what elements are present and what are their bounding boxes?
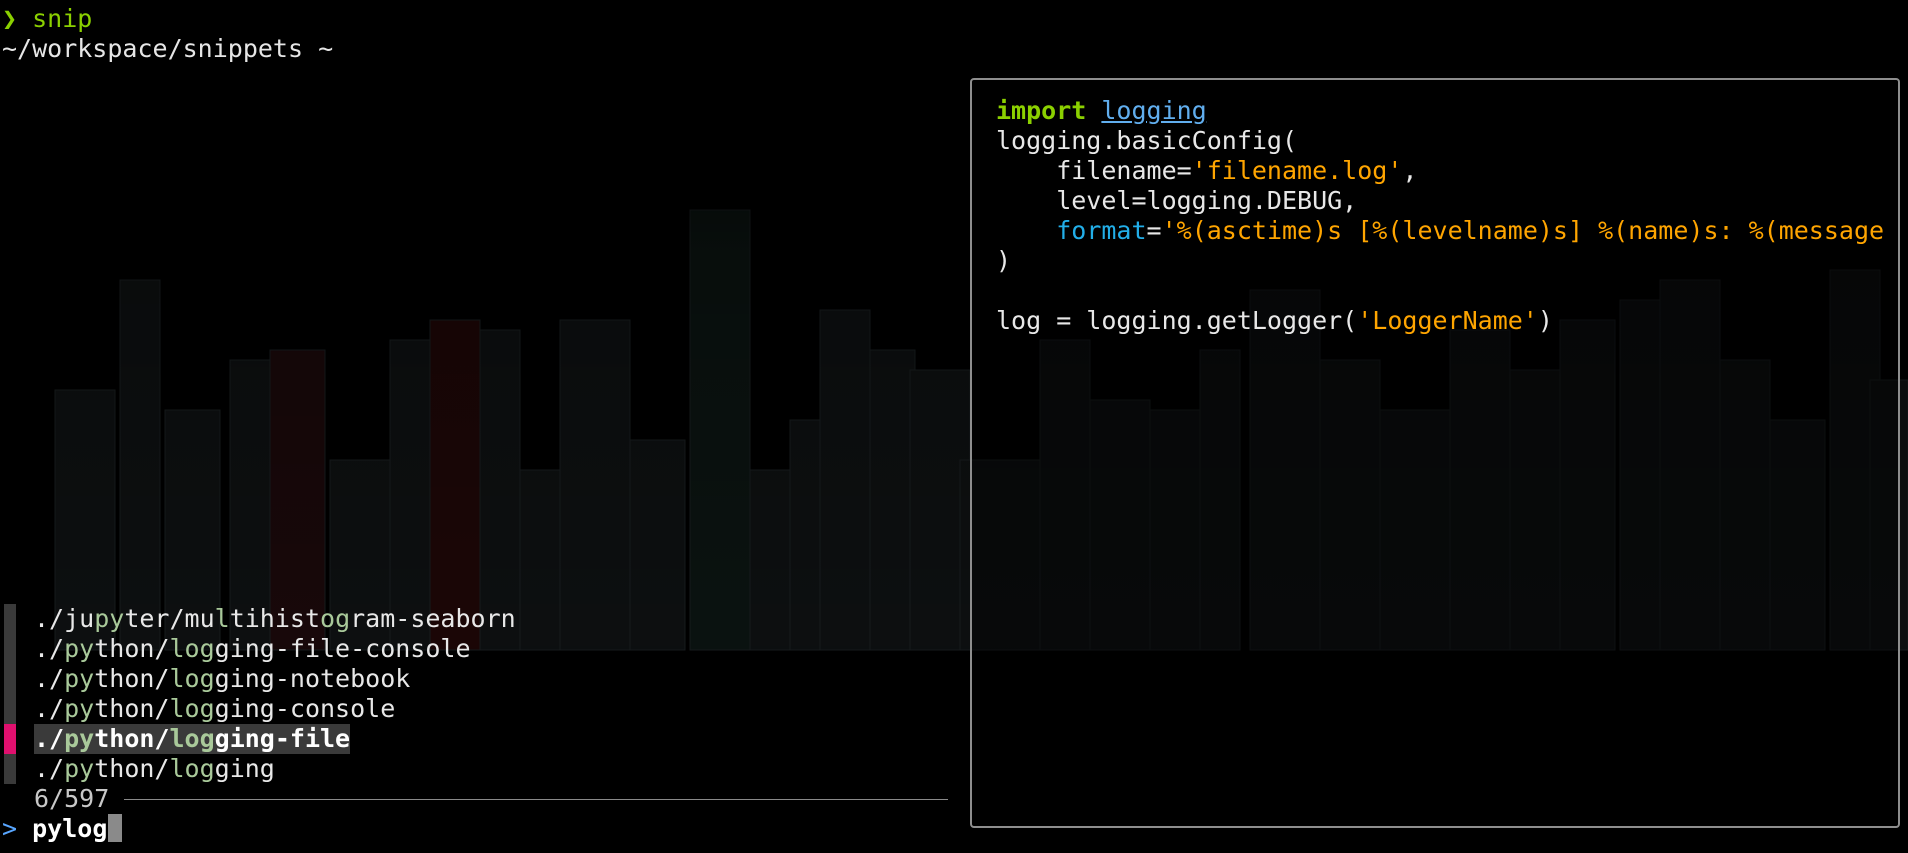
path-text: ging-file-console: [214, 634, 471, 663]
path-text: ging-file: [214, 724, 351, 753]
match-highlight: py: [64, 634, 95, 663]
code-token: filename=: [996, 156, 1192, 185]
path-text: thon/: [94, 754, 170, 783]
row-gutter: [4, 604, 16, 634]
code-token: ): [1537, 306, 1553, 335]
result-path: ./python/logging-console: [34, 694, 395, 724]
code-token-kw: import: [996, 96, 1087, 125]
match-highlight: py: [64, 664, 95, 693]
result-path: ./jupyter/multihistogram-seaborn: [34, 604, 516, 634]
path-text: ram-seaborn: [350, 604, 516, 633]
match-highlight: py: [94, 604, 125, 633]
result-path: ./python/logging-file-console: [34, 634, 471, 664]
match-highlight: py: [64, 724, 95, 753]
row-gutter: [4, 754, 16, 784]
path-text: ging: [214, 754, 275, 783]
shell-command-line: ❯ snip: [2, 4, 92, 34]
row-gutter: [4, 664, 16, 694]
code-token: log = logging.getLogger(: [996, 306, 1358, 335]
result-item[interactable]: ./python/logging-console: [0, 694, 960, 724]
query-line[interactable]: > pylog: [2, 814, 123, 844]
selection-marker: [4, 724, 16, 754]
code-line: logging.basicConfig(: [996, 126, 1884, 156]
match-highlight: py: [64, 694, 95, 723]
result-item[interactable]: ./python/logging: [0, 754, 960, 784]
path-text: thon/: [94, 724, 170, 753]
path-text: ging-notebook: [214, 664, 411, 693]
code-token-str: 'LoggerName': [1357, 306, 1538, 335]
row-gutter: [4, 634, 16, 664]
code-line: level=logging.DEBUG,: [996, 186, 1884, 216]
result-path: ./python/logging-notebook: [34, 664, 410, 694]
code-token: ,: [1402, 156, 1418, 185]
code-token: level=logging.DEBUG,: [996, 186, 1358, 215]
code-token-mod: logging: [1101, 96, 1207, 125]
text-cursor: [108, 814, 123, 842]
count-separator: [124, 799, 948, 800]
query-prompt: >: [2, 814, 18, 843]
path-text: tihist: [229, 604, 321, 633]
result-path: ./python/logging-file: [34, 724, 351, 754]
code-token: logging.basicConfig(: [996, 126, 1298, 155]
match-highlight: log: [169, 664, 215, 693]
code-token-kwarg: format: [1056, 216, 1147, 245]
code-line: log = logging.getLogger('LoggerName'): [996, 306, 1884, 336]
match-highlight: log: [169, 634, 215, 663]
match-highlight: og: [320, 604, 351, 633]
row-gutter: [4, 694, 16, 724]
fuzzy-results-list: ./jupyter/multihistogram-seaborn ./python…: [0, 604, 960, 784]
result-path: ./python/logging: [34, 754, 275, 784]
match-count: 6/597: [34, 784, 110, 813]
code-line: filename='filename.log',: [996, 156, 1884, 186]
path-text: ./: [34, 754, 65, 783]
code-line: format='%(asctime)s [%(levelname)s] %(na…: [996, 216, 1884, 246]
match-highlight: log: [169, 754, 215, 783]
result-item[interactable]: ./python/logging-file-console: [0, 634, 960, 664]
path-text: thon/: [94, 664, 170, 693]
code-preview: import logging logging.basicConfig( filen…: [996, 96, 1884, 336]
path-text: ter/mu: [124, 604, 215, 633]
code-token-str: 'filename.log': [1191, 156, 1403, 185]
path-text: ./: [34, 694, 65, 723]
current-directory: ~/workspace/snippets ~: [2, 34, 334, 63]
match-highlight: l: [214, 604, 230, 633]
path-text: ./: [34, 724, 65, 753]
path-text: ./: [34, 664, 65, 693]
code-line: ): [996, 246, 1884, 276]
match-highlight: log: [169, 694, 215, 723]
path-text: thon/: [94, 694, 170, 723]
prompt-chevron: ❯: [2, 4, 18, 33]
query-input[interactable]: pylog: [32, 814, 107, 843]
match-highlight: log: [169, 724, 215, 753]
match-highlight: py: [64, 754, 95, 783]
result-item-selected[interactable]: ./python/logging-file: [0, 724, 960, 754]
code-token: ): [996, 246, 1012, 275]
path-text: thon/: [94, 634, 170, 663]
path-text: ./ju: [34, 604, 95, 633]
path-text: ging-console: [214, 694, 396, 723]
code-line: import logging: [996, 96, 1884, 126]
preview-pane[interactable]: import logging logging.basicConfig( filen…: [970, 78, 1900, 828]
result-item[interactable]: ./python/logging-notebook: [0, 664, 960, 694]
code-token: =: [1146, 216, 1162, 245]
code-token-str: '%(asctime)s [%(levelname)s] %(name)s: %…: [1161, 216, 1885, 245]
result-item[interactable]: ./jupyter/multihistogram-seaborn: [0, 604, 960, 634]
path-text: ./: [34, 634, 65, 663]
shell-command: snip: [32, 4, 93, 33]
